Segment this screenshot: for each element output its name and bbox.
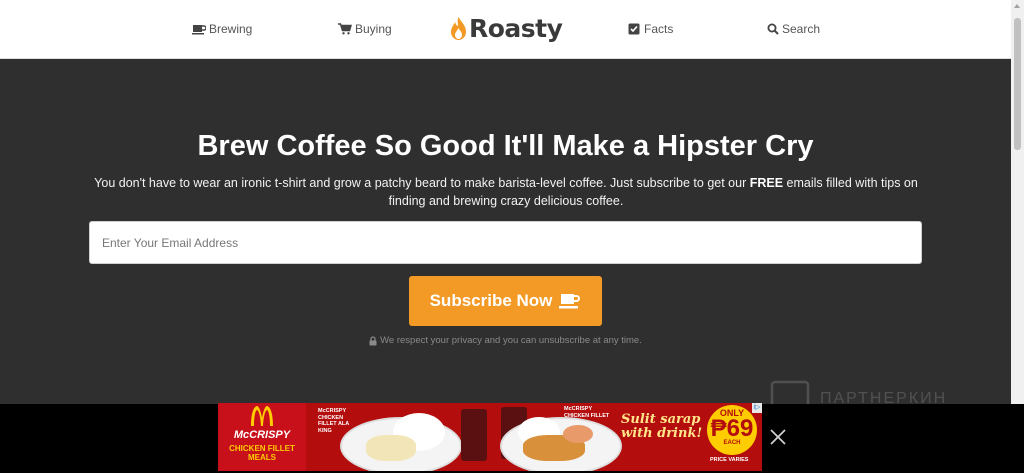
coffee-cup-icon [192,24,206,34]
shopping-cart-icon [338,23,352,35]
ad-info-badge[interactable]: i▷ [752,403,762,413]
hero-subtext-part1: You don't have to wear an ironic t-shirt… [94,176,750,190]
lock-icon [369,335,377,345]
checkbox-icon [628,23,640,35]
nav-buying-label: Buying [355,22,392,36]
ad-price-badge: ONLY ₱69 EACH [707,405,757,455]
top-navigation: Brewing Buying Roasty Facts Search [0,0,1011,59]
privacy-text: We respect your privacy and you can unsu… [380,335,642,346]
nav-brewing-label: Brewing [209,22,253,36]
ad-meals-text: CHICKEN FILLET MEALS [229,444,295,462]
nav-buying[interactable]: Buying [338,20,392,38]
nav-search[interactable]: Search [767,20,820,38]
page-scrollbar[interactable] [1011,0,1024,473]
subscribe-button[interactable]: Subscribe Now [409,276,602,326]
logo-text: Roasty [469,14,563,43]
ad-banner[interactable]: McCRISPY CHICKEN FILLET MEALS McCRISPY C… [218,403,762,471]
hero-section: Brew Coffee So Good It'll Make a Hipster… [0,58,1011,404]
nav-brewing[interactable]: Brewing [192,20,252,38]
nav-facts[interactable]: Facts [628,20,673,38]
ad-price-varies-text: PRICE VARIES [710,457,749,463]
ad-drink-1 [461,409,487,461]
coffee-cup-icon [559,293,581,308]
ad-slogan: Sulit sarap with drink! [621,412,703,441]
close-ad-icon[interactable] [769,428,787,446]
nav-facts-label: Facts [644,22,674,36]
scroll-up-arrow-icon[interactable] [1014,4,1020,8]
search-icon [767,23,779,35]
golden-arches-logo-icon [251,406,273,426]
ad-sauce-cup [563,425,593,443]
email-input[interactable] [89,221,922,264]
roasty-logo[interactable]: Roasty [450,14,563,43]
ad-brand-block: McCRISPY CHICKEN FILLET MEALS [218,403,306,471]
scrollbar-thumb[interactable] [1014,18,1021,150]
flame-icon [451,16,466,40]
ad-mccrispy-text: McCRISPY [233,429,291,441]
nav-search-label: Search [782,22,821,36]
ad-chicken-ala-king [366,435,416,461]
privacy-note: We respect your privacy and you can unsu… [0,335,1011,346]
ad-price-text: ₱69 [710,415,754,442]
subscribe-button-label: Subscribe Now [429,291,553,310]
hero-subtext-free: FREE [749,176,784,190]
hero-headline: Brew Coffee So Good It'll Make a Hipster… [197,130,814,162]
hero-subtext: You don't have to wear an ironic t-shirt… [86,174,926,210]
